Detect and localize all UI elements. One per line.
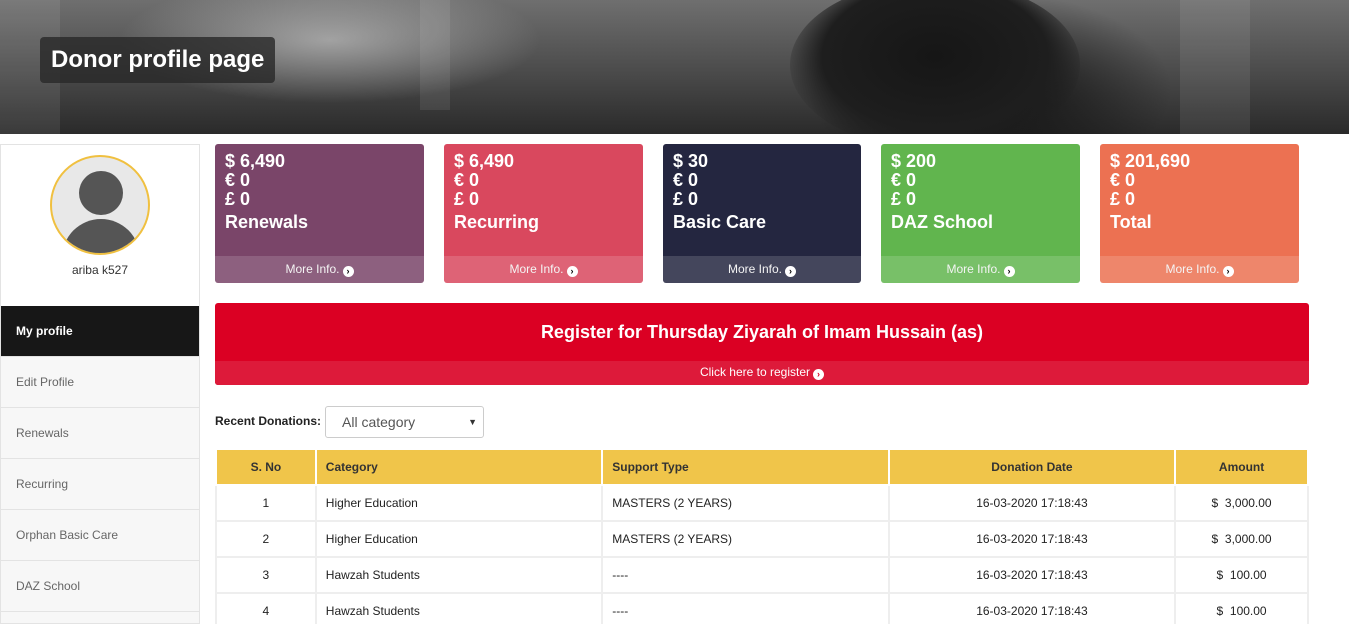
sidebar-menu: My profile Edit Profile Renewals Recurri… — [1, 306, 199, 612]
header-banner: Donor profile page — [0, 0, 1349, 134]
cell-donation-date: 16-03-2020 17:18:43 — [887, 592, 1177, 624]
profile-box: ariba k527 — [1, 145, 199, 307]
chevron-down-icon: ▼ — [468, 417, 477, 427]
table-row: 2 Higher Education MASTERS (2 YEARS) 16-… — [215, 520, 1309, 558]
cell-donation-date: 16-03-2020 17:18:43 — [887, 484, 1177, 522]
card-usd: $ 200 — [891, 151, 937, 171]
recent-donations-label: Recent Donations: — [215, 414, 322, 428]
banner-background-image — [790, 0, 1080, 134]
card-recurring: $ 6,490 € 0 £ 0 Recurring More Info. › — [444, 144, 643, 283]
arrow-circle-right-icon: › — [342, 266, 354, 277]
sidebar-item-my-profile[interactable]: My profile — [1, 306, 199, 357]
card-gbp: £ 0 — [1110, 189, 1136, 209]
table-row: 4 Hawzah Students ---- 16-03-2020 17:18:… — [215, 592, 1309, 624]
arrow-circle-right-icon: › — [785, 266, 797, 277]
arrow-circle-right-icon: › — [1003, 266, 1015, 277]
card-gbp: £ 0 — [454, 189, 480, 209]
table-row: 1 Higher Education MASTERS (2 YEARS) 16-… — [215, 484, 1309, 522]
card-eur: € 0 — [454, 170, 480, 190]
header-amount: Amount — [1174, 448, 1309, 486]
arrow-circle-right-icon: › — [1222, 266, 1234, 277]
card-eur: € 0 — [891, 170, 917, 190]
cell-amount: $ 3,000.00 — [1174, 484, 1309, 522]
register-title: Register for Thursday Ziyarah of Imam Hu… — [540, 322, 984, 342]
cell-amount: $ 3,000.00 — [1174, 520, 1309, 558]
card-eur: € 0 — [225, 170, 251, 190]
category-select[interactable]: All category ▼ — [325, 406, 484, 438]
card-total: $ 201,690 € 0 £ 0 Total More Info. › — [1100, 144, 1299, 283]
sidebar-item-daz-school[interactable]: DAZ School — [1, 561, 199, 612]
cell-support-type: ---- — [601, 556, 890, 594]
cell-category: Hawzah Students — [314, 556, 604, 594]
cell-category: Hawzah Students — [314, 592, 604, 624]
sidebar-item-edit-profile[interactable]: Edit Profile — [1, 357, 199, 408]
user-avatar-icon — [50, 155, 150, 255]
more-info-link[interactable]: More Info. › — [215, 256, 424, 283]
card-gbp: £ 0 — [673, 189, 699, 209]
card-usd: $ 6,490 — [225, 151, 286, 171]
register-banner: Register for Thursday Ziyarah of Imam Hu… — [215, 303, 1309, 385]
header-category: Category — [314, 448, 604, 486]
cell-sno: 4 — [215, 592, 317, 624]
cell-sno: 1 — [215, 484, 317, 522]
page-title: Donor profile page — [40, 37, 276, 83]
more-info-link[interactable]: More Info. › — [1100, 256, 1299, 283]
card-gbp: £ 0 — [225, 189, 251, 209]
card-label: DAZ School — [891, 212, 993, 232]
cell-donation-date: 16-03-2020 17:18:43 — [887, 520, 1177, 558]
register-link[interactable]: Click here to register › — [215, 361, 1309, 385]
card-eur: € 0 — [1110, 170, 1136, 190]
card-label: Renewals — [225, 212, 309, 232]
more-info-link[interactable]: More Info. › — [663, 256, 861, 283]
arrow-circle-right-icon: › — [566, 266, 578, 277]
cell-support-type: MASTERS (2 YEARS) — [601, 520, 890, 558]
cell-donation-date: 16-03-2020 17:18:43 — [887, 556, 1177, 594]
sidebar: ariba k527 My profile Edit Profile Renew… — [0, 144, 200, 624]
card-usd: $ 6,490 — [454, 151, 515, 171]
arrow-circle-right-icon: › — [813, 369, 825, 380]
card-usd: $ 30 — [673, 151, 709, 171]
card-usd: $ 201,690 — [1110, 151, 1191, 171]
header-sno: S. No — [215, 448, 317, 486]
card-basic-care: $ 30 € 0 £ 0 Basic Care More Info. › — [663, 144, 861, 283]
cell-category: Higher Education — [314, 484, 604, 522]
cell-amount: $ 100.00 — [1174, 592, 1309, 624]
sidebar-item-recurring[interactable]: Recurring — [1, 459, 199, 510]
cell-amount: $ 100.00 — [1174, 556, 1309, 594]
cell-category: Higher Education — [314, 520, 604, 558]
username: ariba k527 — [71, 263, 129, 277]
donations-table: S. No Category Support Type Donation Dat… — [215, 448, 1309, 624]
cell-sno: 2 — [215, 520, 317, 558]
card-gbp: £ 0 — [891, 189, 917, 209]
card-daz-school: $ 200 € 0 £ 0 DAZ School More Info. › — [881, 144, 1080, 283]
card-label: Recurring — [454, 212, 540, 232]
sidebar-item-orphan-basic-care[interactable]: Orphan Basic Care — [1, 510, 199, 561]
cell-support-type: ---- — [601, 592, 890, 624]
cell-support-type: MASTERS (2 YEARS) — [601, 484, 890, 522]
more-info-link[interactable]: More Info. › — [444, 256, 643, 283]
cell-sno: 3 — [215, 556, 317, 594]
card-renewals: $ 6,490 € 0 £ 0 Renewals More Info. › — [215, 144, 424, 283]
table-header-row: S. No Category Support Type Donation Dat… — [215, 448, 1309, 486]
header-donation-date: Donation Date — [887, 448, 1177, 486]
category-select-value: All category — [342, 414, 416, 430]
card-eur: € 0 — [673, 170, 699, 190]
table-row: 3 Hawzah Students ---- 16-03-2020 17:18:… — [215, 556, 1309, 594]
card-label: Total — [1110, 212, 1152, 232]
sidebar-item-renewals[interactable]: Renewals — [1, 408, 199, 459]
more-info-link[interactable]: More Info. › — [881, 256, 1080, 283]
card-label: Basic Care — [673, 212, 767, 232]
header-support-type: Support Type — [601, 448, 890, 486]
